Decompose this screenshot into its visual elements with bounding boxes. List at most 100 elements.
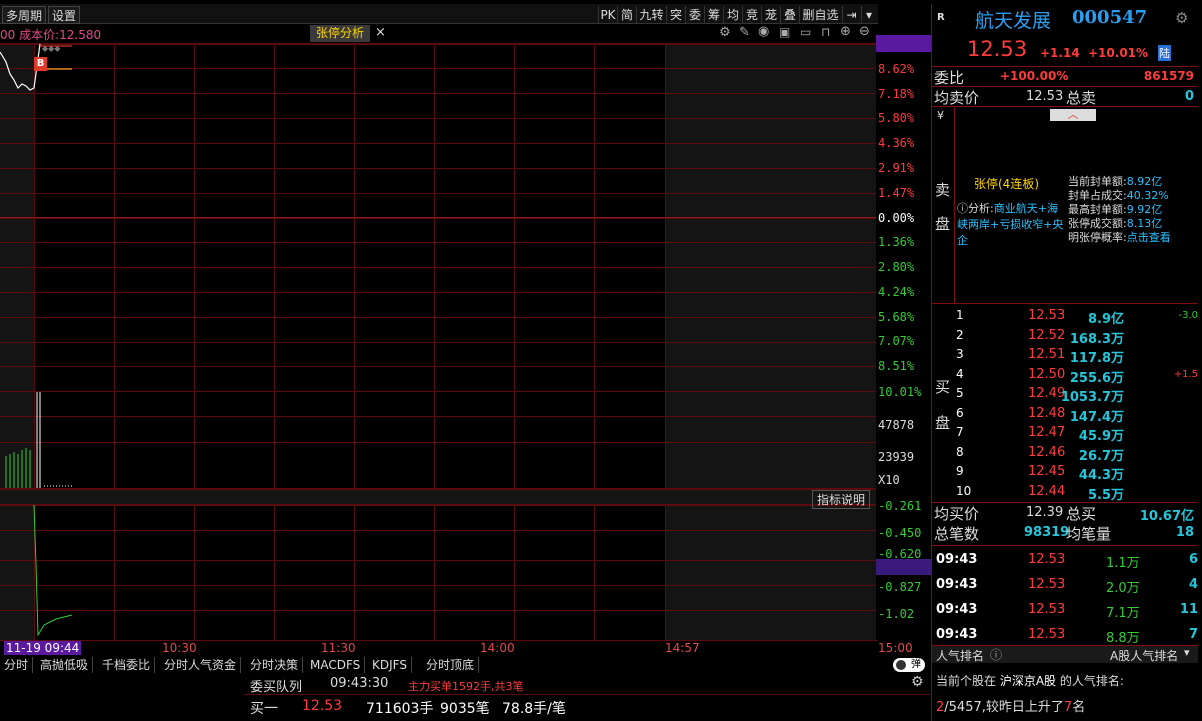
queue-price: 12.53 [302, 698, 343, 714]
bid-row[interactable]: 10 12.44 5.5万 [956, 484, 1198, 503]
export-icon[interactable]: ⇥ [842, 6, 860, 24]
limit-status: 张停(4连板) [974, 177, 1039, 191]
price-axis-label: 2.80% [878, 260, 915, 274]
queue-panel: 委买队列 09:43:30 主力买单1592手,共3笔 买一 12.53 711… [0, 674, 930, 721]
price-axis-label: 10.01% [878, 385, 922, 399]
time-label: 15:00 [878, 641, 913, 655]
indicator-tab[interactable]: 高抛低吸 [36, 657, 94, 673]
bid-row[interactable]: 9 12.45 44.3万 [956, 464, 1198, 483]
toolbar-button[interactable]: 委 [685, 6, 704, 24]
toolbar-button[interactable]: 突 [666, 6, 685, 24]
multi-period-button[interactable]: 多周期 [2, 6, 47, 24]
queue-time: 09:43:30 [330, 676, 389, 691]
metric-row[interactable]: 明张停概率:点击查看 [1068, 229, 1196, 245]
bid-row[interactable]: 7 12.47 45.9万 [956, 425, 1198, 444]
close-icon[interactable]: × [375, 25, 386, 40]
toolbar-button[interactable]: 叠 [780, 6, 799, 24]
basket-icon[interactable]: ▣ [779, 25, 790, 39]
bid-row[interactable]: 6 12.48 147.4万 [956, 406, 1198, 425]
bid-row[interactable]: 1 12.53 8.9亿 -3.0 [956, 308, 1198, 327]
order-ratio-row: 委比 +100.00% 861579 [932, 66, 1198, 87]
intraday-chart[interactable]: B ◆◆◆ 指标说明 [0, 44, 876, 640]
diamond-markers: ◆◆◆ [42, 44, 61, 53]
indicator-tabs: 分时 高抛低吸 千档委比 分时人气资金 分时决策 MACDFS KDJFS 分时顶底 [0, 656, 878, 674]
stock-price: 12.53 [967, 37, 1028, 61]
lock-icon[interactable]: ⊓ [821, 25, 830, 39]
indicator-axis-label: -1.02 [878, 607, 915, 621]
indicator-tab[interactable]: 千档委比 [98, 657, 156, 673]
bid-row[interactable]: 8 12.46 26.7万 [956, 445, 1198, 464]
toolbar-button[interactable]: 筹 [704, 6, 723, 24]
limit-analysis-tab[interactable]: 张停分析 [310, 25, 371, 42]
bid-row[interactable]: 2 12.52 168.3万 [956, 328, 1198, 347]
price-axis-label: 7.18% [878, 87, 915, 101]
toolbar-button[interactable]: 茏 [761, 6, 780, 24]
volume-bars [5, 392, 72, 488]
price-axis-label: 2.91% [878, 161, 915, 175]
indicator-tab[interactable]: 分时顶底 [422, 657, 480, 673]
top-toolbar: 多周期 设置 PK 简九转突委筹均竞茏叠删自选 ⇥ ▾ [0, 4, 878, 24]
buy-marker[interactable]: B [34, 57, 47, 71]
indicator-tab[interactable]: KDJFS [368, 657, 412, 673]
stock-code: 000547 [1072, 7, 1148, 28]
bid-row[interactable]: 5 12.49 1053.7万 [956, 386, 1198, 405]
indicator-tab[interactable]: 分时 [0, 657, 34, 673]
trash-icon[interactable]: ▭ [800, 25, 811, 39]
analysis-text: ⓘ分析:商业航天+海峡两岸+亏损收窄+央企 [957, 202, 1064, 247]
queue-count: 9035笔 [440, 701, 490, 717]
volume-axis-label: 47878 [878, 418, 915, 432]
tick-row: 09:43 12.53 2.0万 4 [936, 577, 1198, 596]
indicator-axis-label: -0.261 [878, 499, 922, 513]
indicator-bar: 指标说明 [0, 489, 876, 509]
cost-price-label: 00 成本价:12.580 [0, 28, 102, 42]
price-axis-label: 0.00% [878, 211, 915, 225]
time-label: 11:30 [321, 641, 356, 655]
price-axis-label: 7.07% [878, 334, 915, 348]
bid-row[interactable]: 4 12.50 255.6万 +1.5 [956, 367, 1198, 386]
chart-header: 00 成本价:12.580 张停分析 × ⚙ ✎ ◉ ▣ ▭ ⊓ ⊕ ⊖ [0, 24, 876, 44]
zoom-in-icon[interactable]: ⊕ [840, 24, 851, 39]
toolbar-button[interactable]: 删自选 [799, 6, 841, 24]
tick-list[interactable]: 09:43 12.53 1.1万 6 09:43 12.53 2.0万 4 09:43 12.53… [932, 545, 1198, 646]
settings-button[interactable]: 设置 [48, 6, 81, 24]
collapse-chevron-icon[interactable]: ︿ [1050, 109, 1096, 121]
toolbar-button[interactable]: 简 [617, 6, 636, 24]
time-start: 11-19 09:44 [4, 641, 82, 655]
settings-gear-icon[interactable]: ⚙ [719, 25, 731, 40]
indicator-current-highlight [876, 559, 931, 575]
queue-title: 委买队列 [250, 680, 303, 695]
market-tag: R [937, 12, 945, 23]
zoom-out-icon[interactable]: ⊖ [859, 24, 870, 39]
stock-name: 航天发展 [975, 10, 1052, 32]
price-current-highlight [876, 35, 931, 52]
popularity-panel: 人气排名 ⓘ A股人气排名 ▾ 当前个股在 沪深京A股 的人气排名: 2/545… [932, 645, 1198, 721]
settings-gear-icon[interactable]: ⚙ [1175, 9, 1188, 27]
queue-side: 买一 [250, 701, 278, 717]
bid-book: 1 12.53 8.9亿 -3.0 2 12.52 168.3万 3 12.51 117.8万 4 1… [932, 306, 1198, 503]
indicator-tab[interactable]: 分时决策 [246, 657, 304, 673]
indicator-axis-label: -0.450 [878, 526, 922, 540]
avg-sell-row: 均卖价 12.53 总卖 0 [932, 86, 1198, 107]
chevron-down-icon[interactable]: ▾ [1184, 646, 1190, 659]
chevron-down-icon[interactable]: ▾ [861, 6, 876, 24]
indicator-tab[interactable]: 分时人气资金 [160, 657, 242, 673]
time-label: 14:57 [665, 641, 700, 655]
ranking-dropdown[interactable]: A股人气排名 [1110, 647, 1178, 664]
toolbar-button[interactable]: 均 [723, 6, 742, 24]
eye-icon[interactable]: ◉ [758, 24, 769, 39]
indicator-axis-label: -0.827 [878, 580, 922, 594]
indicator-help-button[interactable]: 指标说明 [812, 490, 871, 509]
info-icon[interactable]: ⓘ [990, 646, 1002, 663]
draw-pen-icon[interactable]: ✎ [739, 25, 750, 40]
toolbar-button[interactable]: 九转 [636, 6, 666, 24]
toolbar-button[interactable]: 竞 [742, 6, 761, 24]
time-label: 14:00 [480, 641, 515, 655]
indicator-tab[interactable]: MACDFS [306, 657, 366, 673]
time-axis: 11-19 09:44 10:30 11:30 14:00 14:57 15:0… [0, 640, 913, 656]
price-pct: +10.01% [1088, 46, 1149, 60]
sell-panel: ¥ 卖 盘 ︿ 张停(4连板) ⓘ分析:商业航天+海峡两岸+亏损收窄+央企 当前… [932, 106, 1198, 304]
quote-panel: R 航天发展 000547 ⚙ 12.53 +1.14 +10.01% 陆 委比… [931, 4, 1202, 721]
price-axis-label: 4.24% [878, 285, 915, 299]
toolbar-button[interactable]: PK [598, 6, 617, 24]
bid-row[interactable]: 3 12.51 117.8万 [956, 347, 1198, 366]
